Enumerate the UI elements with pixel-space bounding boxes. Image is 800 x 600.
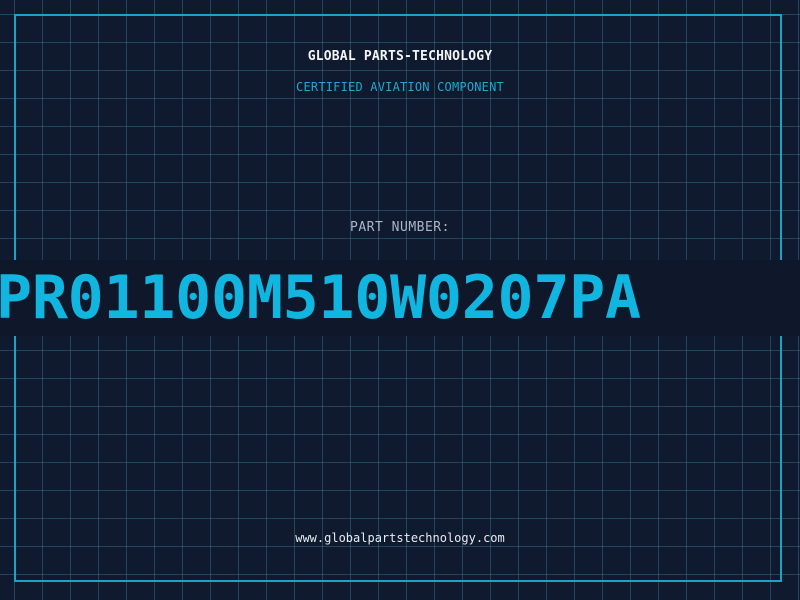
- certificate-canvas: GLOBAL PARTS-TECHNOLOGY CERTIFIED AVIATI…: [0, 0, 800, 600]
- part-number-label: PART NUMBER:: [350, 220, 450, 235]
- website-link[interactable]: www.globalpartstechnology.com: [0, 531, 800, 545]
- brand-tagline: CERTIFIED AVIATION COMPONENT: [296, 80, 504, 94]
- brand-name: GLOBAL PARTS-TECHNOLOGY: [307, 49, 493, 64]
- part-number-value: PR01100M510W0207PA: [0, 263, 641, 333]
